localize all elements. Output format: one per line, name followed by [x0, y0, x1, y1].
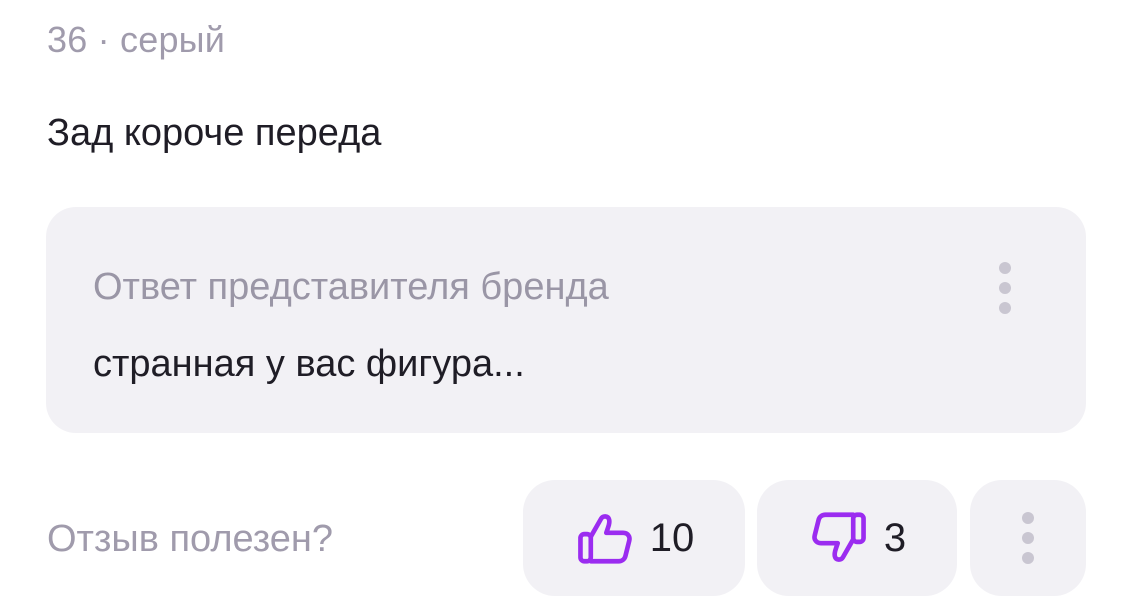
more-vertical-icon — [1021, 512, 1035, 564]
more-vertical-icon — [999, 262, 1011, 274]
dislike-button[interactable]: 3 — [757, 480, 957, 596]
brand-reply-card: Ответ представителя бренда странная у ва… — [46, 207, 1086, 433]
review-meta: 36 · серый — [47, 19, 226, 60]
helpful-question: Отзыв полезен? — [47, 518, 334, 560]
brand-reply-more-button[interactable] — [998, 262, 1012, 314]
brand-reply-text: странная у вас фигура... — [93, 343, 525, 385]
like-count: 10 — [649, 516, 695, 560]
thumbs-up-icon — [574, 507, 636, 569]
dislike-count: 3 — [883, 516, 907, 560]
brand-reply-title: Ответ представителя бренда — [93, 266, 609, 308]
like-button[interactable]: 10 — [523, 480, 745, 596]
thumbs-down-icon — [808, 507, 870, 569]
review-more-button[interactable] — [970, 480, 1086, 596]
review-text: Зад короче переда — [47, 112, 382, 154]
